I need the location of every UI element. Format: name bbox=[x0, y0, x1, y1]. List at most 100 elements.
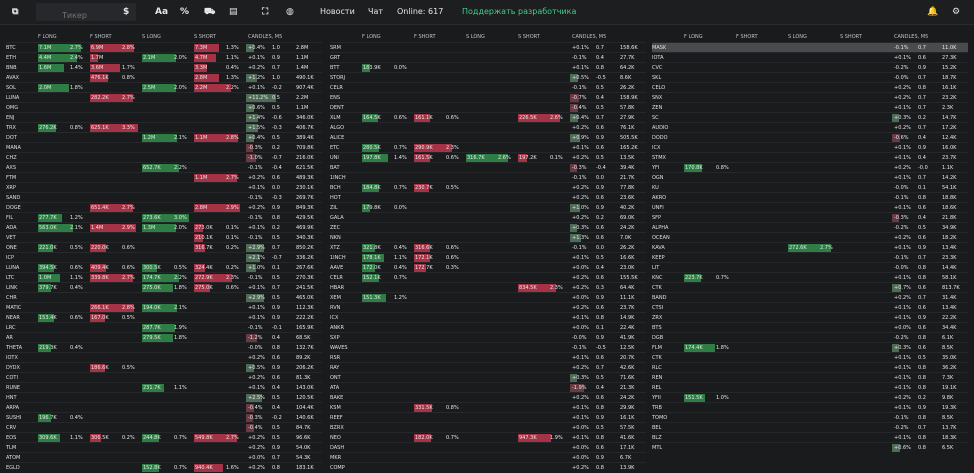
ticker-symbol[interactable]: CELR bbox=[330, 83, 343, 92]
ticker-symbol[interactable]: BLZ bbox=[652, 433, 662, 442]
chat-link[interactable]: Чат bbox=[368, 0, 383, 24]
ticker-symbol[interactable]: NEO bbox=[330, 433, 341, 442]
table-row[interactable]: COMP +0.2% 0.8 13.9K bbox=[330, 462, 646, 473]
ticker-symbol[interactable]: HOT bbox=[330, 193, 341, 202]
ticker-symbol[interactable]: BTT bbox=[330, 63, 339, 72]
ticker-symbol[interactable]: TOMO bbox=[652, 413, 667, 422]
ticker-search[interactable] bbox=[36, 3, 136, 25]
ticker-symbol[interactable]: BTS bbox=[652, 323, 662, 332]
ticker-symbol[interactable]: ATOM bbox=[6, 453, 20, 462]
ticker-symbol[interactable]: DASH bbox=[330, 443, 344, 452]
support-developer-link[interactable]: Поддержать разработчика bbox=[462, 0, 576, 24]
ticker-symbol[interactable]: CTK bbox=[652, 283, 662, 292]
ticker-symbol[interactable]: HNT bbox=[6, 393, 17, 402]
ticker-symbol[interactable]: GALA bbox=[330, 213, 344, 222]
ticker-symbol[interactable]: KSM bbox=[330, 403, 341, 412]
ticker-symbol[interactable]: ONT bbox=[330, 373, 341, 382]
ticker-symbol[interactable]: BAND bbox=[652, 293, 666, 302]
ticker-symbol[interactable]: CRV bbox=[6, 423, 16, 432]
ticker-symbol[interactable]: REEF bbox=[330, 413, 343, 422]
ticker-symbol[interactable]: CHZ bbox=[6, 153, 17, 162]
column-header-f-short[interactable]: F SHORT bbox=[736, 32, 758, 42]
ticker-symbol[interactable]: UNFI bbox=[652, 203, 664, 212]
news-link[interactable]: Новости bbox=[320, 0, 355, 24]
ticker-symbol[interactable]: 1INCH bbox=[330, 253, 346, 262]
bell-icon[interactable]: 🔔 bbox=[927, 0, 938, 24]
app-logo-icon[interactable]: ⧉ bbox=[12, 0, 18, 24]
ticker-symbol[interactable]: CTK bbox=[652, 353, 662, 362]
ticker-symbol[interactable]: BAKE bbox=[330, 393, 343, 402]
ticker-symbol[interactable]: ICX bbox=[652, 143, 660, 152]
ticker-symbol[interactable]: GRT bbox=[330, 53, 340, 62]
ticker-symbol[interactable]: XRP bbox=[6, 183, 16, 192]
ticker-symbol[interactable]: BTC bbox=[6, 43, 16, 52]
globe-icon[interactable]: ◍ bbox=[286, 0, 294, 24]
ticker-symbol[interactable]: STORJ bbox=[330, 73, 345, 82]
ticker-symbol[interactable]: REL bbox=[652, 383, 661, 392]
ticker-symbol[interactable]: MATIC bbox=[6, 303, 21, 312]
ticker-symbol[interactable]: LTC bbox=[6, 273, 14, 282]
ticker-symbol[interactable]: AAVE bbox=[330, 263, 343, 272]
ticker-symbol[interactable]: CTSI bbox=[652, 303, 663, 312]
ticker-symbol[interactable]: SOL bbox=[6, 83, 16, 92]
ticker-search-input[interactable] bbox=[36, 6, 132, 25]
fullscreen-icon[interactable]: ⛶ bbox=[262, 0, 268, 24]
ticker-symbol[interactable]: KAVA bbox=[652, 243, 665, 252]
column-header-candles[interactable]: CANDLES, M5 bbox=[894, 32, 928, 42]
ticker-symbol[interactable]: ZEC bbox=[330, 223, 340, 232]
ticker-symbol[interactable]: SC bbox=[652, 113, 659, 122]
column-header-f-long[interactable]: F LONG bbox=[684, 32, 703, 42]
ticker-symbol[interactable]: CELO bbox=[652, 83, 665, 92]
ticker-symbol[interactable]: ZIL bbox=[330, 203, 338, 212]
ticker-symbol[interactable]: THETA bbox=[6, 343, 22, 352]
ticker-symbol[interactable]: STMX bbox=[652, 153, 666, 162]
ticker-symbol[interactable]: ETH bbox=[6, 53, 16, 62]
ticker-symbol[interactable]: ICP bbox=[6, 253, 14, 262]
ticker-symbol[interactable]: UNI bbox=[330, 153, 339, 162]
ticker-symbol[interactable]: MKR bbox=[330, 453, 341, 462]
ticker-symbol[interactable]: XLM bbox=[330, 113, 341, 122]
ticker-symbol[interactable]: YFI bbox=[652, 163, 659, 172]
font-size-icon[interactable]: Aa bbox=[155, 0, 168, 24]
ticker-symbol[interactable]: OGN bbox=[652, 173, 664, 182]
column-header-s-short[interactable]: S SHORT bbox=[518, 32, 540, 42]
ticker-symbol[interactable]: CVC bbox=[652, 63, 662, 72]
ticker-symbol[interactable]: AR bbox=[6, 333, 13, 342]
ticker-symbol[interactable]: DYDX bbox=[6, 363, 20, 372]
ticker-symbol[interactable]: ALGO bbox=[330, 123, 344, 132]
ticker-symbol[interactable]: RVN bbox=[330, 303, 340, 312]
ticker-symbol[interactable]: TRX bbox=[6, 123, 16, 132]
column-header-f-long[interactable]: F LONG bbox=[38, 32, 57, 42]
ticker-symbol[interactable]: ALICE bbox=[330, 133, 344, 142]
ticker-symbol[interactable]: SKL bbox=[652, 73, 661, 82]
ticker-symbol[interactable]: LIT bbox=[652, 263, 659, 272]
ticker-symbol[interactable]: ONE bbox=[6, 243, 17, 252]
ticker-symbol[interactable]: RUNE bbox=[6, 383, 20, 392]
ticker-symbol[interactable]: FTM bbox=[6, 173, 16, 182]
ticker-symbol[interactable]: ETC bbox=[330, 143, 339, 152]
ticker-symbol[interactable]: REN bbox=[652, 373, 662, 382]
table-row[interactable]: MTL +0.6% 0.8 6.5K bbox=[652, 442, 968, 453]
ticker-symbol[interactable]: 1INCH bbox=[330, 173, 346, 182]
ticker-symbol[interactable]: BNB bbox=[6, 63, 17, 72]
column-header-f-short[interactable]: F SHORT bbox=[90, 32, 112, 42]
ticker-symbol[interactable]: COTI bbox=[6, 373, 18, 382]
ticker-symbol[interactable]: ENS bbox=[330, 93, 340, 102]
ticker-symbol[interactable]: CELR bbox=[330, 273, 343, 282]
ticker-symbol[interactable]: YFII bbox=[652, 393, 661, 402]
ticker-symbol[interactable]: TLM bbox=[6, 443, 16, 452]
ticker-symbol[interactable]: ALPHA bbox=[652, 223, 668, 232]
ticker-symbol[interactable]: XEM bbox=[330, 293, 341, 302]
table-row[interactable]: EGLD 152.8K 0.7% 940.4K 1.6% +0.2% 0.8 183.1K bbox=[6, 462, 322, 473]
ticker-symbol[interactable]: SRM bbox=[330, 43, 341, 52]
ticker-symbol[interactable]: SXP bbox=[330, 333, 340, 342]
column-header-s-short[interactable]: S SHORT bbox=[840, 32, 862, 42]
ticker-symbol[interactable]: EGLD bbox=[6, 463, 20, 472]
ticker-symbol[interactable]: SNX bbox=[652, 93, 662, 102]
column-header-s-short[interactable]: S SHORT bbox=[194, 32, 216, 42]
layers-icon[interactable]: ▤ bbox=[229, 0, 238, 24]
ticker-symbol[interactable]: FLM bbox=[652, 343, 662, 352]
ticker-symbol[interactable]: ZRX bbox=[652, 313, 662, 322]
ticker-symbol[interactable]: RAY bbox=[330, 363, 339, 372]
ticker-symbol[interactable]: ENJ bbox=[6, 113, 14, 122]
